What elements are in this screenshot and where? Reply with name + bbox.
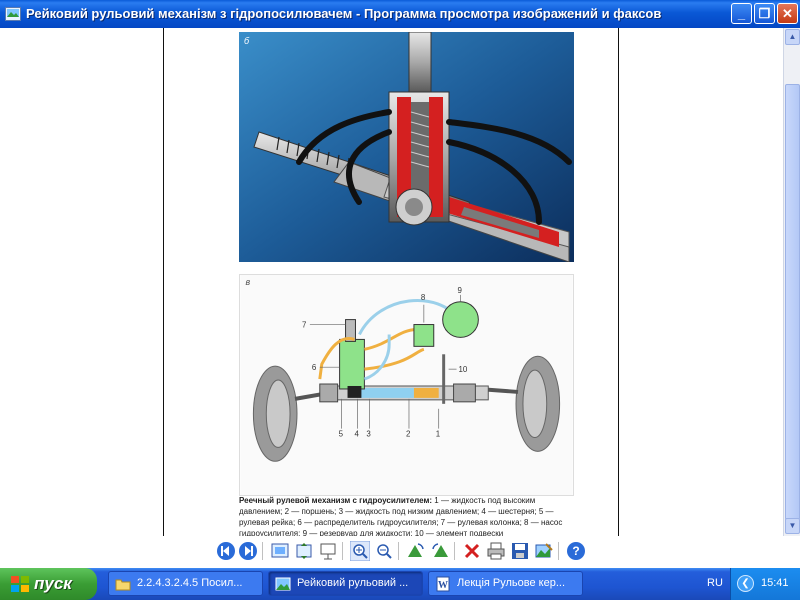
label-10: 10 [459, 365, 468, 374]
rotate-counterclockwise-icon[interactable] [430, 541, 450, 561]
next-image-icon[interactable] [238, 541, 258, 561]
taskbar-item-label: 2.2.4.3.2.4.5 Посил... [137, 577, 243, 589]
label-3: 3 [366, 430, 371, 439]
taskbar-item-word-document[interactable]: W Лекція Рульове кер... [428, 571, 583, 596]
save-icon[interactable] [510, 541, 530, 561]
start-label: пуск [34, 574, 72, 593]
zoom-out-icon[interactable] [374, 541, 394, 561]
scheme-label: в [245, 277, 250, 287]
close-button[interactable]: ✕ [777, 3, 798, 24]
print-icon[interactable] [486, 541, 506, 561]
start-button[interactable]: пуск [0, 568, 97, 600]
steering-system-schematic: в 1 2 3 4 5 6 7 8 9 10 [239, 274, 574, 496]
window-title: Рейковий рульовий механізм з гідропосилю… [26, 6, 662, 21]
windows-logo-icon [11, 576, 29, 592]
image-viewer-icon [5, 7, 21, 21]
right-wheel [515, 355, 561, 452]
system-tray: ❮ 15:41 [730, 568, 800, 600]
language-indicator[interactable]: RU [707, 577, 723, 589]
previous-image-icon[interactable] [216, 541, 236, 561]
title-bar: Рейковий рульовий механізм з гідропосилю… [0, 0, 800, 28]
clock[interactable]: 15:41 [761, 577, 789, 589]
toolbar-separator [558, 542, 559, 560]
taskbar-item-label: Рейковий рульовий ... [297, 577, 409, 589]
open-editor-icon[interactable] [534, 541, 554, 561]
taskbar-item-image-viewer[interactable]: Рейковий рульовий ... [268, 571, 423, 596]
folder-icon [115, 579, 131, 591]
document-page: б в 1 2 3 4 5 6 7 8 9 10 Реечный рулевой… [163, 28, 619, 536]
show-hidden-icons-icon[interactable]: ❮ [737, 575, 754, 592]
left-wheel [252, 365, 298, 462]
scroll-up-button[interactable]: ▲ [785, 29, 800, 45]
taskbar-item-label: Лекція Рульове кер... [457, 577, 566, 589]
svg-text:?: ? [572, 544, 579, 558]
label-9: 9 [458, 286, 463, 295]
image-viewer-icon [275, 577, 291, 591]
label-8: 8 [421, 293, 426, 302]
label-2: 2 [406, 430, 410, 439]
slideshow-icon[interactable] [318, 541, 338, 561]
scroll-down-button[interactable]: ▼ [785, 518, 800, 534]
minimize-button[interactable]: _ [731, 3, 752, 24]
label-5: 5 [339, 430, 344, 439]
label-7: 7 [302, 321, 306, 330]
delete-icon[interactable] [462, 541, 482, 561]
label-1: 1 [436, 430, 441, 439]
toolbar-separator [398, 542, 399, 560]
rotate-clockwise-icon[interactable] [406, 541, 426, 561]
image-viewer-area: б в 1 2 3 4 5 6 7 8 9 10 Реечный рулевой… [0, 28, 800, 568]
viewer-toolbar: ? [0, 536, 800, 566]
label-4: 4 [354, 430, 359, 439]
figure-caption: Реечный рулевой механизм с гидроусилител… [239, 495, 574, 536]
toolbar-separator [262, 542, 263, 560]
maximize-button[interactable]: ❐ [754, 3, 775, 24]
steering-rack-photo: б [239, 32, 574, 262]
best-fit-icon[interactable] [270, 541, 290, 561]
zoom-in-icon[interactable] [350, 541, 370, 561]
label-6: 6 [312, 363, 317, 372]
toolbar-separator [342, 542, 343, 560]
scroll-thumb[interactable] [785, 84, 800, 520]
help-icon[interactable]: ? [566, 541, 586, 561]
caption-title: Реечный рулевой механизм с гидроусилител… [239, 496, 433, 505]
taskbar-item-folder[interactable]: 2.2.4.3.2.4.5 Посил... [108, 571, 263, 596]
word-document-icon: W [436, 576, 450, 592]
actual-size-icon[interactable] [294, 541, 314, 561]
toolbar-separator [454, 542, 455, 560]
svg-text:W: W [438, 580, 448, 591]
taskbar: пуск 2.2.4.3.2.4.5 Посил... Рейковий рул… [0, 568, 800, 600]
vertical-scrollbar[interactable]: ▲ ▼ [783, 28, 800, 536]
